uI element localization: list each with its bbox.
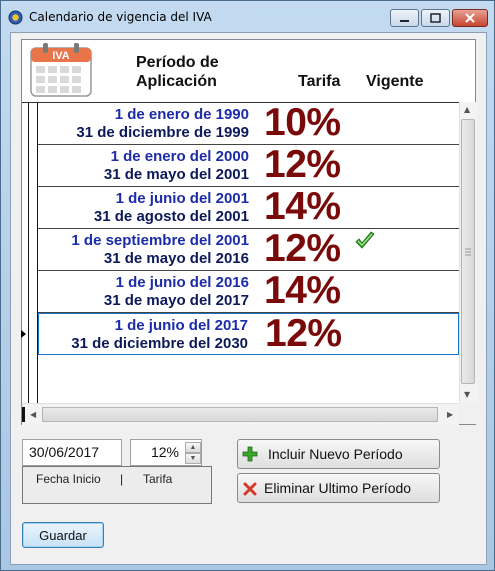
period-start: 1 de junio del 2017	[114, 317, 248, 334]
checkmark-icon	[355, 231, 375, 249]
vertical-scroll-thumb[interactable]	[461, 119, 475, 384]
periods-grid[interactable]: IVA Período de Aplicación Tarifa Vigente…	[21, 39, 477, 425]
add-period-label: Incluir Nuevo Período	[268, 446, 403, 462]
spin-up-icon[interactable]: ▲	[185, 442, 201, 453]
header-period-line1: Período de	[136, 54, 219, 71]
legend-rate-label: Tarifa	[143, 472, 173, 486]
grid-rows: 1 de enero de 1990 31 de diciembre de 19…	[21, 101, 459, 404]
legend-separator: |	[120, 472, 124, 486]
period-end: 31 de agosto del 2001	[93, 208, 249, 225]
period-rate: 12%	[265, 312, 342, 355]
rate-stepper[interactable]: 12% ▲ ▼	[130, 439, 202, 466]
date-input[interactable]: 30/06/2017	[22, 439, 122, 466]
period-start: 1 de enero del 2000	[110, 148, 249, 165]
grid-spacer-column	[29, 103, 38, 404]
period-end: 31 de mayo del 2017	[103, 292, 249, 309]
period-start: 1 de junio del 2001	[115, 190, 249, 207]
row-indicator-column	[22, 103, 29, 404]
grip-icon	[465, 248, 471, 256]
remove-period-button[interactable]: Eliminar Ultimo Período	[237, 473, 440, 503]
app-icon	[8, 10, 23, 25]
scroll-up-icon[interactable]: ▲	[464, 105, 470, 114]
title-bar[interactable]: Calendario de vigencia del IVA	[1, 1, 494, 32]
vertical-scrollbar[interactable]: ▲ ▼	[459, 102, 477, 403]
table-row[interactable]: 1 de junio del 2001 31 de agosto del 200…	[38, 185, 459, 229]
close-button[interactable]	[452, 9, 488, 27]
period-rate: 14%	[264, 185, 341, 228]
scroll-position-marker	[22, 407, 25, 422]
app-window: Calendario de vigencia del IVA IVA Perío…	[0, 0, 495, 571]
date-input-value: 30/06/2017	[29, 444, 100, 460]
period-start: 1 de enero de 1990	[114, 106, 249, 123]
rate-stepper-value: 12%	[150, 444, 179, 460]
scroll-down-icon[interactable]: ▼	[464, 390, 470, 399]
table-row[interactable]: 1 de junio del 2016 31 de mayo del 2017 …	[38, 269, 459, 313]
current-row-arrow-icon	[21, 330, 26, 338]
period-end: 31 de mayo del 2001	[103, 166, 249, 183]
grid-header: IVA Período de Aplicación Tarifa Vigente	[22, 40, 475, 102]
input-legend: Fecha Inicio | Tarifa	[22, 466, 212, 504]
add-icon	[242, 446, 258, 462]
remove-icon	[243, 482, 257, 496]
close-icon	[465, 13, 475, 23]
scroll-left-icon[interactable]: ◀	[30, 410, 36, 419]
header-current: Vigente	[366, 73, 424, 90]
window-title: Calendario de vigencia del IVA	[29, 10, 212, 24]
calendar-icon-label: IVA	[52, 50, 70, 62]
save-button[interactable]: Guardar	[22, 522, 104, 548]
minimize-button[interactable]	[390, 9, 419, 27]
period-rate: 12%	[264, 143, 341, 186]
period-end: 31 de diciembre del 2030	[71, 335, 248, 352]
horizontal-scroll-thumb[interactable]	[42, 407, 438, 422]
legend-date-label: Fecha Inicio	[36, 472, 101, 486]
scroll-corner	[459, 403, 476, 424]
minimize-icon	[400, 20, 409, 22]
save-label: Guardar	[39, 528, 87, 543]
table-row[interactable]: 1 de septiembre del 2001 31 de mayo del …	[38, 227, 459, 271]
scroll-right-icon[interactable]: ▶	[447, 410, 453, 419]
period-start: 1 de junio del 2016	[115, 274, 249, 291]
add-period-button[interactable]: Incluir Nuevo Período	[237, 439, 440, 469]
period-end: 31 de mayo del 2016	[103, 250, 249, 267]
horizontal-scrollbar[interactable]: ◀ ▶	[22, 403, 459, 425]
table-row[interactable]: 1 de enero de 1990 31 de diciembre de 19…	[38, 101, 459, 145]
client-area: IVA Período de Aplicación Tarifa Vigente…	[10, 32, 487, 565]
period-end: 31 de diciembre de 1999	[76, 124, 249, 141]
period-rate: 12%	[264, 227, 341, 270]
spin-down-icon[interactable]: ▼	[185, 453, 201, 464]
header-rate: Tarifa	[298, 73, 341, 90]
period-rate: 10%	[264, 101, 341, 144]
table-row-selected[interactable]: 1 de junio del 2017 31 de diciembre del …	[38, 312, 459, 355]
period-start: 1 de septiembre del 2001	[71, 232, 249, 249]
period-rate: 14%	[264, 269, 341, 312]
remove-period-label: Eliminar Ultimo Período	[264, 480, 412, 496]
maximize-icon	[430, 13, 441, 23]
maximize-button[interactable]	[421, 9, 450, 27]
table-row[interactable]: 1 de enero del 2000 31 de mayo del 2001 …	[38, 143, 459, 187]
header-period-line2: Aplicación	[136, 73, 217, 90]
calendar-icon: IVA	[30, 43, 92, 97]
